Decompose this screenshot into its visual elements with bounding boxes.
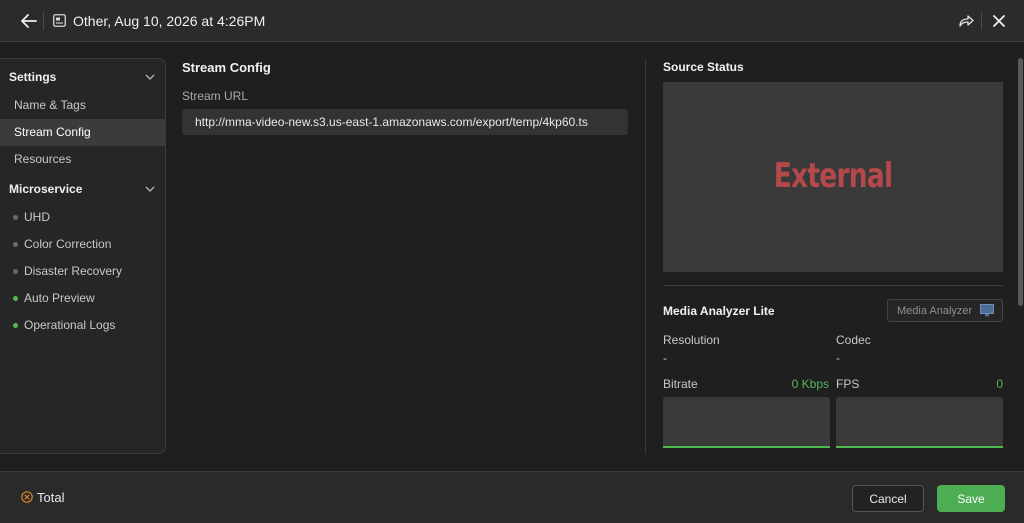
- bitrate-graph: [663, 397, 830, 448]
- status-dot: [13, 323, 18, 328]
- sidebar-item-uhd[interactable]: UHD: [0, 205, 165, 229]
- total-icon: [21, 491, 33, 503]
- stream-url-label: Stream URL: [182, 89, 249, 103]
- resolution-label: Resolution: [663, 333, 720, 347]
- resolution-value: -: [663, 351, 667, 365]
- page-title: Other, Aug 10, 2026 at 4:26PM: [73, 13, 266, 29]
- chevron-down-icon[interactable]: [145, 186, 155, 192]
- status-dot: [13, 296, 18, 301]
- document-icon: [53, 14, 66, 27]
- save-button[interactable]: Save: [937, 485, 1005, 512]
- chevron-down-icon[interactable]: [145, 74, 155, 80]
- header-divider: [981, 12, 982, 30]
- sidebar-item-color-correction[interactable]: Color Correction: [0, 232, 165, 256]
- media-analyzer-button-label: Media Analyzer: [897, 304, 973, 317]
- divider: [663, 285, 1003, 286]
- sidebar-item-operational-logs[interactable]: Operational Logs: [0, 313, 165, 337]
- section-title: Stream Config: [182, 60, 271, 75]
- codec-label: Codec: [836, 333, 871, 347]
- settings-sidebar: Settings Name & Tags Stream Config Resou…: [0, 58, 166, 454]
- dialog-header: Other, Aug 10, 2026 at 4:26PM: [0, 0, 1024, 42]
- status-dot: [13, 269, 18, 274]
- back-button[interactable]: [18, 11, 40, 31]
- sidebar-item-stream-config[interactable]: Stream Config: [0, 119, 165, 146]
- status-dot: [13, 215, 18, 220]
- sidebar-item-label: UHD: [24, 210, 50, 224]
- stream-url-input[interactable]: [182, 109, 628, 135]
- codec-value: -: [836, 351, 840, 365]
- cancel-button[interactable]: Cancel: [852, 485, 924, 512]
- sidebar-section-settings: Settings: [9, 70, 57, 84]
- sidebar-item-name-tags[interactable]: Name & Tags: [0, 92, 165, 119]
- sidebar-item-label: Color Correction: [24, 237, 112, 251]
- sidebar-item-label: Auto Preview: [24, 291, 95, 305]
- media-analyzer-title: Media Analyzer Lite: [663, 304, 775, 318]
- sidebar-item-label: Operational Logs: [24, 318, 116, 332]
- close-icon[interactable]: [990, 12, 1008, 30]
- bitrate-value: 0 Kbps: [791, 377, 829, 391]
- fps-graph: [836, 397, 1003, 448]
- fps-label: FPS: [836, 377, 860, 391]
- media-analyzer-button[interactable]: Media Analyzer: [887, 299, 1003, 322]
- source-preview: External: [663, 82, 1003, 272]
- fps-value: 0: [996, 377, 1003, 391]
- status-dot: [13, 242, 18, 247]
- monitor-icon: [980, 304, 994, 317]
- share-icon[interactable]: [957, 12, 975, 30]
- sidebar-item-resources[interactable]: Resources: [0, 146, 165, 173]
- header-divider: [43, 12, 44, 30]
- sidebar-item-auto-preview[interactable]: Auto Preview: [0, 286, 165, 310]
- sidebar-section-microservice: Microservice: [9, 182, 83, 196]
- panel-divider: [645, 60, 646, 454]
- sidebar-item-label: Disaster Recovery: [24, 264, 123, 278]
- scrollbar[interactable]: [1018, 58, 1023, 306]
- back-arrow-icon: [21, 14, 37, 28]
- source-status-title: Source Status: [663, 60, 744, 74]
- bitrate-label: Bitrate: [663, 377, 698, 391]
- preview-label: External: [773, 156, 893, 196]
- sidebar-item-disaster-recovery[interactable]: Disaster Recovery: [0, 259, 165, 283]
- total-label: Total: [37, 490, 65, 505]
